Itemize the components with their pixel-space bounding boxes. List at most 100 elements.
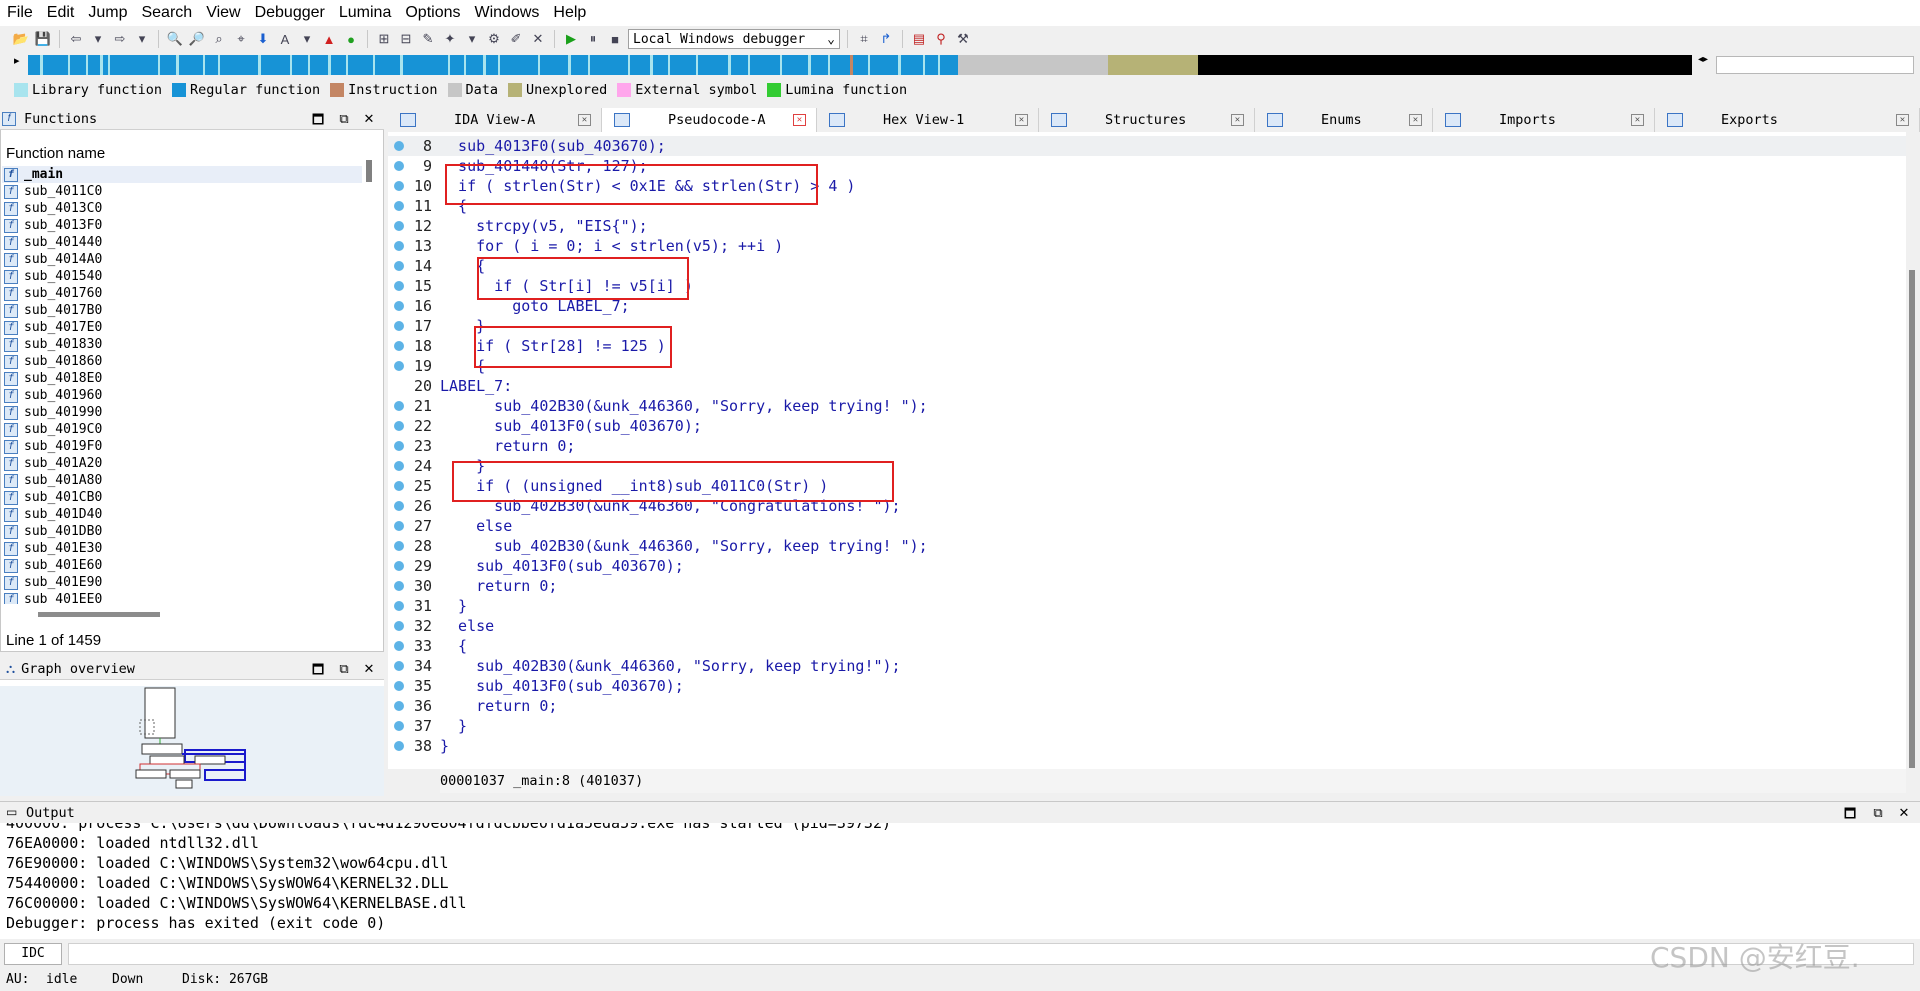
breakpoint-dot-icon[interactable] bbox=[394, 241, 404, 251]
float-icon[interactable]: ⧉ bbox=[336, 661, 352, 677]
function-row[interactable]: f sub_401A80 bbox=[2, 472, 362, 489]
function-row[interactable]: f sub_4019F0 bbox=[2, 438, 362, 455]
menu-search[interactable]: Search bbox=[134, 0, 199, 26]
nav-left-arrow-icon[interactable]: ▸ bbox=[14, 54, 20, 67]
pause-icon[interactable]: ⏸ bbox=[584, 30, 602, 48]
graph-red-icon[interactable]: ▲ bbox=[320, 30, 338, 48]
code-scrollbar-thumb[interactable] bbox=[1909, 270, 1915, 768]
function-row[interactable]: f sub_4018E0 bbox=[2, 370, 362, 387]
function-row[interactable]: f sub_401990 bbox=[2, 404, 362, 421]
breakpoint-dot-icon[interactable] bbox=[394, 641, 404, 651]
breakpoint-dot-icon[interactable] bbox=[394, 601, 404, 611]
function-row[interactable]: f sub_401DB0 bbox=[2, 523, 362, 540]
close-icon[interactable]: ✕ bbox=[578, 114, 591, 126]
tab-enums[interactable]: Enums ✕ bbox=[1255, 108, 1433, 132]
tab-exports[interactable]: Exports ✕ bbox=[1655, 108, 1920, 132]
green-circle-icon[interactable]: ● bbox=[342, 30, 360, 48]
function-row[interactable]: f sub_4013F0 bbox=[2, 217, 362, 234]
tab-pseudocode-a[interactable]: Pseudocode-A ✕ bbox=[602, 108, 817, 132]
breakpoint-dot-icon[interactable] bbox=[394, 561, 404, 571]
function-name-header[interactable]: Function name bbox=[6, 145, 105, 162]
jump-down-icon[interactable]: ⬇ bbox=[254, 30, 272, 48]
output-log[interactable]: 400000: process C:\Users\dd\Downloads\fd… bbox=[0, 823, 1920, 939]
float-icon[interactable]: ⧉ bbox=[1870, 805, 1886, 821]
chevron-down-icon[interactable]: ▾ bbox=[463, 30, 481, 48]
tab-imports[interactable]: Imports ✕ bbox=[1433, 108, 1655, 132]
function-row[interactable]: f sub_401E60 bbox=[2, 557, 362, 574]
breakpoint-dot-icon[interactable] bbox=[394, 421, 404, 431]
function-row[interactable]: f sub_4014A0 bbox=[2, 251, 362, 268]
text-view-icon[interactable]: A bbox=[276, 30, 294, 48]
menu-help[interactable]: Help bbox=[546, 0, 593, 26]
close-icon[interactable]: ✕ bbox=[1015, 114, 1028, 126]
graph-overview-canvas[interactable] bbox=[0, 686, 384, 796]
menu-options[interactable]: Options bbox=[398, 0, 467, 26]
command-input[interactable] bbox=[68, 943, 1914, 965]
nav-scroll-icon[interactable]: ◂▸ bbox=[1698, 54, 1708, 65]
plugin-icon[interactable]: ✦ bbox=[441, 30, 459, 48]
function-row[interactable]: f sub_401960 bbox=[2, 387, 362, 404]
breakpoint-dot-icon[interactable] bbox=[394, 441, 404, 451]
attach-icon[interactable]: ⌗ bbox=[855, 30, 873, 48]
back-icon[interactable]: ⇦ bbox=[67, 30, 85, 48]
breakpoints-icon[interactable]: ▤ bbox=[910, 30, 928, 48]
close-icon[interactable]: ✕ bbox=[1409, 114, 1422, 126]
menu-debugger[interactable]: Debugger bbox=[248, 0, 332, 26]
breakpoint-dot-icon[interactable] bbox=[394, 181, 404, 191]
function-row[interactable]: f sub_401CB0 bbox=[2, 489, 362, 506]
function-row[interactable]: f sub_401830 bbox=[2, 336, 362, 353]
breakpoint-dot-icon[interactable] bbox=[394, 321, 404, 331]
breakpoint-dot-icon[interactable] bbox=[394, 281, 404, 291]
breakpoint-dot-icon[interactable] bbox=[394, 721, 404, 731]
breakpoint-dot-icon[interactable] bbox=[394, 301, 404, 311]
breakpoint-dot-icon[interactable] bbox=[394, 501, 404, 511]
debugger-select[interactable]: Local Windows debugger ⌄ bbox=[628, 29, 840, 49]
breakpoint-dot-icon[interactable] bbox=[394, 581, 404, 591]
tracing-icon[interactable]: ⚲ bbox=[932, 30, 950, 48]
nav-right-select[interactable] bbox=[1716, 56, 1914, 74]
save-icon[interactable]: 💾 bbox=[34, 30, 52, 48]
breakpoint-dot-icon[interactable] bbox=[394, 481, 404, 491]
menu-lumina[interactable]: Lumina bbox=[332, 0, 398, 26]
open-icon[interactable]: 📂 bbox=[12, 30, 30, 48]
menu-jump[interactable]: Jump bbox=[81, 0, 134, 26]
forward-icon[interactable]: ⇨ bbox=[111, 30, 129, 48]
function-list-scrollbar[interactable] bbox=[366, 160, 372, 182]
close-icon[interactable]: ✕ bbox=[361, 661, 377, 677]
menu-view[interactable]: View bbox=[199, 0, 247, 26]
function-row[interactable]: f _main bbox=[2, 166, 362, 183]
menu-file[interactable]: File bbox=[0, 0, 40, 26]
close-icon[interactable]: ✕ bbox=[529, 30, 547, 48]
idc-button[interactable]: IDC bbox=[4, 943, 62, 965]
search-binary-icon[interactable]: 🔍 bbox=[166, 30, 184, 48]
maximize-icon[interactable]: 🗖 bbox=[310, 661, 326, 683]
pseudocode-view[interactable]: 8 sub_4013F0(sub_403670); 9 sub_401440(St… bbox=[388, 132, 1906, 769]
tools-icon[interactable]: ⚙ bbox=[485, 30, 503, 48]
close-icon[interactable]: ✕ bbox=[1896, 114, 1909, 126]
patch-icon[interactable]: ✎ bbox=[419, 30, 437, 48]
play-icon[interactable]: ▶ bbox=[562, 30, 580, 48]
search-next-icon[interactable]: ⌖ bbox=[232, 30, 250, 48]
breakpoint-dot-icon[interactable] bbox=[394, 521, 404, 531]
function-row[interactable]: f sub_401A20 bbox=[2, 455, 362, 472]
breakpoint-dot-icon[interactable] bbox=[394, 341, 404, 351]
settings-icon[interactable]: ⚒ bbox=[954, 30, 972, 48]
close-icon[interactable]: ✕ bbox=[1631, 114, 1644, 126]
function-row[interactable]: f sub_4017B0 bbox=[2, 302, 362, 319]
function-row[interactable]: f sub_401860 bbox=[2, 353, 362, 370]
function-row[interactable]: f sub_401E30 bbox=[2, 540, 362, 557]
function-list-hscrollbar[interactable] bbox=[38, 612, 160, 617]
function-row[interactable]: f sub_401540 bbox=[2, 268, 362, 285]
function-row[interactable]: f sub_4019C0 bbox=[2, 421, 362, 438]
function-row[interactable]: f sub_401760 bbox=[2, 285, 362, 302]
chevron-down-icon[interactable]: ▾ bbox=[298, 30, 316, 48]
breakpoint-dot-icon[interactable] bbox=[394, 661, 404, 671]
breakpoint-dot-icon[interactable] bbox=[394, 621, 404, 631]
code-scrollbar[interactable] bbox=[1906, 132, 1920, 772]
close-icon[interactable]: ✕ bbox=[1896, 805, 1912, 821]
function-row[interactable]: f sub_401D40 bbox=[2, 506, 362, 523]
breakpoint-dot-icon[interactable] bbox=[394, 221, 404, 231]
function-row[interactable]: f sub_401E90 bbox=[2, 574, 362, 591]
function-row[interactable]: f sub_4011C0 bbox=[2, 183, 362, 200]
struct-icon[interactable]: ⊞ bbox=[375, 30, 393, 48]
